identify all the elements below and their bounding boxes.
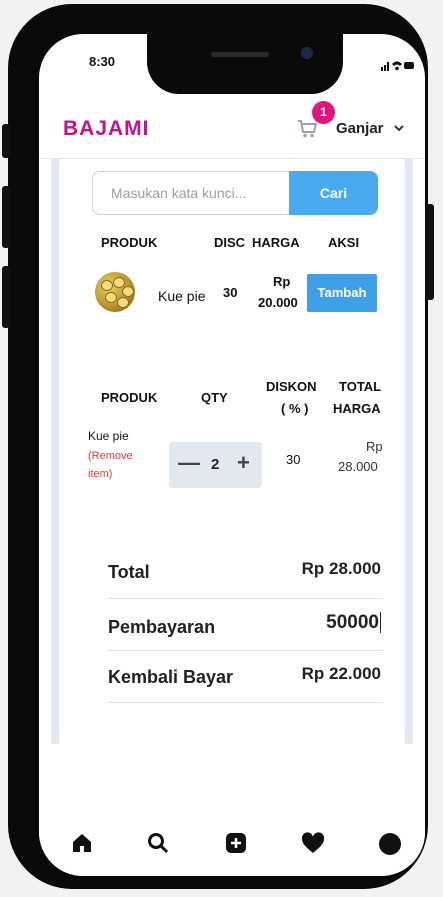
remove-item-text-1: (Remove	[88, 450, 133, 462]
remove-item-link[interactable]: (Remove item)	[88, 447, 133, 483]
cart-item-total-currency: Rp	[366, 439, 383, 454]
product-name: Kue pie	[158, 288, 206, 304]
phone-screen: 8:30 BAJAMI 1 Ganjar Masukan kata kunci.…	[39, 34, 425, 876]
product-image	[95, 272, 135, 312]
product-disc: 30	[223, 285, 238, 300]
add-product-button[interactable]: Tambah	[307, 274, 377, 312]
cart-header-diskon-unit: ( % )	[281, 401, 309, 416]
front-camera	[301, 47, 313, 59]
product-header-disc: DISC	[214, 235, 246, 250]
payment-label: Pembayaran	[108, 617, 216, 637]
signal-wifi-battery-icon	[381, 61, 414, 71]
total-label: Total	[108, 562, 150, 582]
status-icons	[381, 58, 415, 76]
product-price-currency: Rp	[273, 274, 291, 289]
cart-header-qty: QTY	[201, 390, 228, 405]
phone-frame: 8:30 BAJAMI 1 Ganjar Masukan kata kunci.…	[2, 4, 434, 889]
brand-logo[interactable]: BAJAMI	[63, 117, 150, 141]
mute-switch	[2, 124, 10, 158]
cart-icon[interactable]	[297, 120, 317, 138]
search-input[interactable]: Masukan kata kunci...	[92, 171, 289, 215]
cart-header-total: TOTAL	[339, 379, 382, 394]
text-caret	[380, 612, 381, 634]
volume-down-button	[2, 266, 10, 328]
profile-icon[interactable]	[378, 832, 402, 856]
quantity-increase-button[interactable]: +	[237, 450, 250, 476]
cart-header-diskon: DISKON	[266, 379, 317, 394]
product-header-aksi: AKSI	[328, 235, 360, 250]
home-icon[interactable]	[71, 832, 93, 854]
cart-item-name: Kue pie	[88, 429, 129, 443]
quantity-value: 2	[211, 456, 220, 473]
total-value: Rp 28.000	[301, 559, 381, 578]
quantity-stepper: — 2 +	[169, 442, 262, 488]
remove-item-text-2: item)	[88, 468, 113, 480]
summary-total-row: Total Rp 28.000	[108, 546, 383, 599]
status-time: 8:30	[89, 54, 116, 69]
product-header-harga: HARGA	[252, 235, 300, 250]
product-price-amount: 20.000	[258, 295, 298, 310]
search-button[interactable]: Cari	[289, 171, 378, 215]
cart-item-total-amount: 28.000	[338, 459, 378, 474]
chevron-down-icon[interactable]	[393, 123, 405, 133]
summary-payment-row: Pembayaran 50000	[108, 598, 383, 651]
speaker-grille	[211, 52, 269, 57]
cart-count-badge: 1	[312, 101, 335, 124]
cart-header-produk: PRODUK	[101, 390, 158, 405]
change-value: Rp 22.000	[301, 664, 381, 683]
summary-change-row: Kembali Bayar Rp 22.000	[108, 650, 383, 703]
change-label: Kembali Bayar	[108, 667, 234, 687]
heart-icon[interactable]	[301, 832, 325, 854]
notch	[147, 34, 343, 94]
app-header: BAJAMI 1 Ganjar	[39, 98, 425, 159]
volume-up-button	[2, 186, 10, 248]
search-icon[interactable]	[147, 832, 169, 854]
power-button	[426, 204, 434, 300]
bottom-navigation	[39, 816, 425, 876]
add-square-icon[interactable]	[225, 832, 247, 854]
payment-input[interactable]: 50000	[326, 612, 381, 634]
user-name[interactable]: Ganjar	[336, 120, 384, 137]
product-header-produk: PRODUK	[101, 235, 158, 250]
payment-input-value: 50000	[326, 612, 379, 633]
quantity-decrease-button[interactable]: —	[178, 450, 200, 476]
brand-name: BAJAMI	[63, 117, 150, 140]
cart-item-diskon: 30	[286, 452, 301, 467]
cart-header-harga: HARGA	[333, 401, 381, 416]
